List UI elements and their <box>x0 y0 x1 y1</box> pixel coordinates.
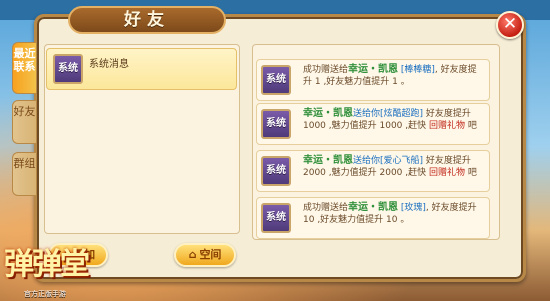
player-name[interactable]: 幸运・凯恩 <box>303 108 353 119</box>
gift-name: [棒棒糖] <box>400 65 435 75</box>
message-text: 幸运・凯恩送给你[炫酷超跑] 好友度提升 1000 ,魅力值提升 1000 ,赶… <box>303 108 483 132</box>
house-icon: ⌂ <box>188 248 197 261</box>
gift-name: [玫瑰] <box>400 203 426 213</box>
tab-recent-contacts[interactable]: 最近联系 <box>12 42 36 94</box>
return-gift-link[interactable]: 回赠礼物 <box>429 121 465 131</box>
close-button[interactable]: ✕ <box>496 11 524 39</box>
space-label: 空间 <box>199 248 222 261</box>
message-end: 吧 <box>465 168 477 178</box>
system-avatar: 系统 <box>261 65 291 95</box>
system-avatar: 系统 <box>53 54 83 84</box>
message-text: 幸运・凯恩送给你[爱心飞船] 好友度提升 2000 ,魅力值提升 2000 ,赶… <box>303 155 483 179</box>
player-name[interactable]: 幸运・凯恩 <box>348 202 398 213</box>
logo-subtitle: 官方正版手游 <box>24 290 66 298</box>
message-item: 系统 幸运・凯恩送给你[炫酷超跑] 好友度提升 1000 ,魅力值提升 1000… <box>256 103 490 145</box>
gift-name: 送给你[炫酷超跑] <box>353 109 424 119</box>
space-button[interactable]: ⌂ 空间 <box>174 243 236 267</box>
player-name[interactable]: 幸运・凯恩 <box>303 155 353 166</box>
system-avatar: 系统 <box>261 109 291 139</box>
tab-groups[interactable]: 群组 <box>12 152 36 196</box>
player-name[interactable]: 幸运・凯恩 <box>348 64 398 75</box>
message-prefix: 成功赠送给 <box>303 65 349 75</box>
list-item-system-messages[interactable]: 系统 系统消息 <box>46 48 237 90</box>
message-text: 成功赠送给幸运・凯恩 [棒棒糖], 好友度提升 1 ,好友魅力值提升 1 。 <box>303 64 483 88</box>
message-item: 系统 成功赠送给幸运・凯恩 [棒棒糖], 好友度提升 1 ,好友魅力值提升 1 … <box>256 59 490 101</box>
system-avatar: 系统 <box>261 156 291 186</box>
message-end: 吧 <box>465 121 477 131</box>
message-text: 成功赠送给幸运・凯恩 [玫瑰], 好友度提升 10 ,好友魅力值提升 10 。 <box>303 202 483 226</box>
message-prefix: 成功赠送给 <box>303 203 349 213</box>
message-item: 系统 成功赠送给幸运・凯恩 [玫瑰], 好友度提升 10 ,好友魅力值提升 10… <box>256 197 490 239</box>
message-item: 系统 幸运・凯恩送给你[爱心飞船] 好友度提升 2000 ,魅力值提升 2000… <box>256 150 490 192</box>
gift-name: 送给你[爱心飞船] <box>353 156 424 166</box>
return-gift-link[interactable]: 回赠礼物 <box>429 168 465 178</box>
system-avatar: 系统 <box>261 203 291 233</box>
tab-friends[interactable]: 好友 <box>12 100 36 144</box>
panel-title: 好友 <box>68 6 226 34</box>
list-item-label: 系统消息 <box>89 59 129 70</box>
